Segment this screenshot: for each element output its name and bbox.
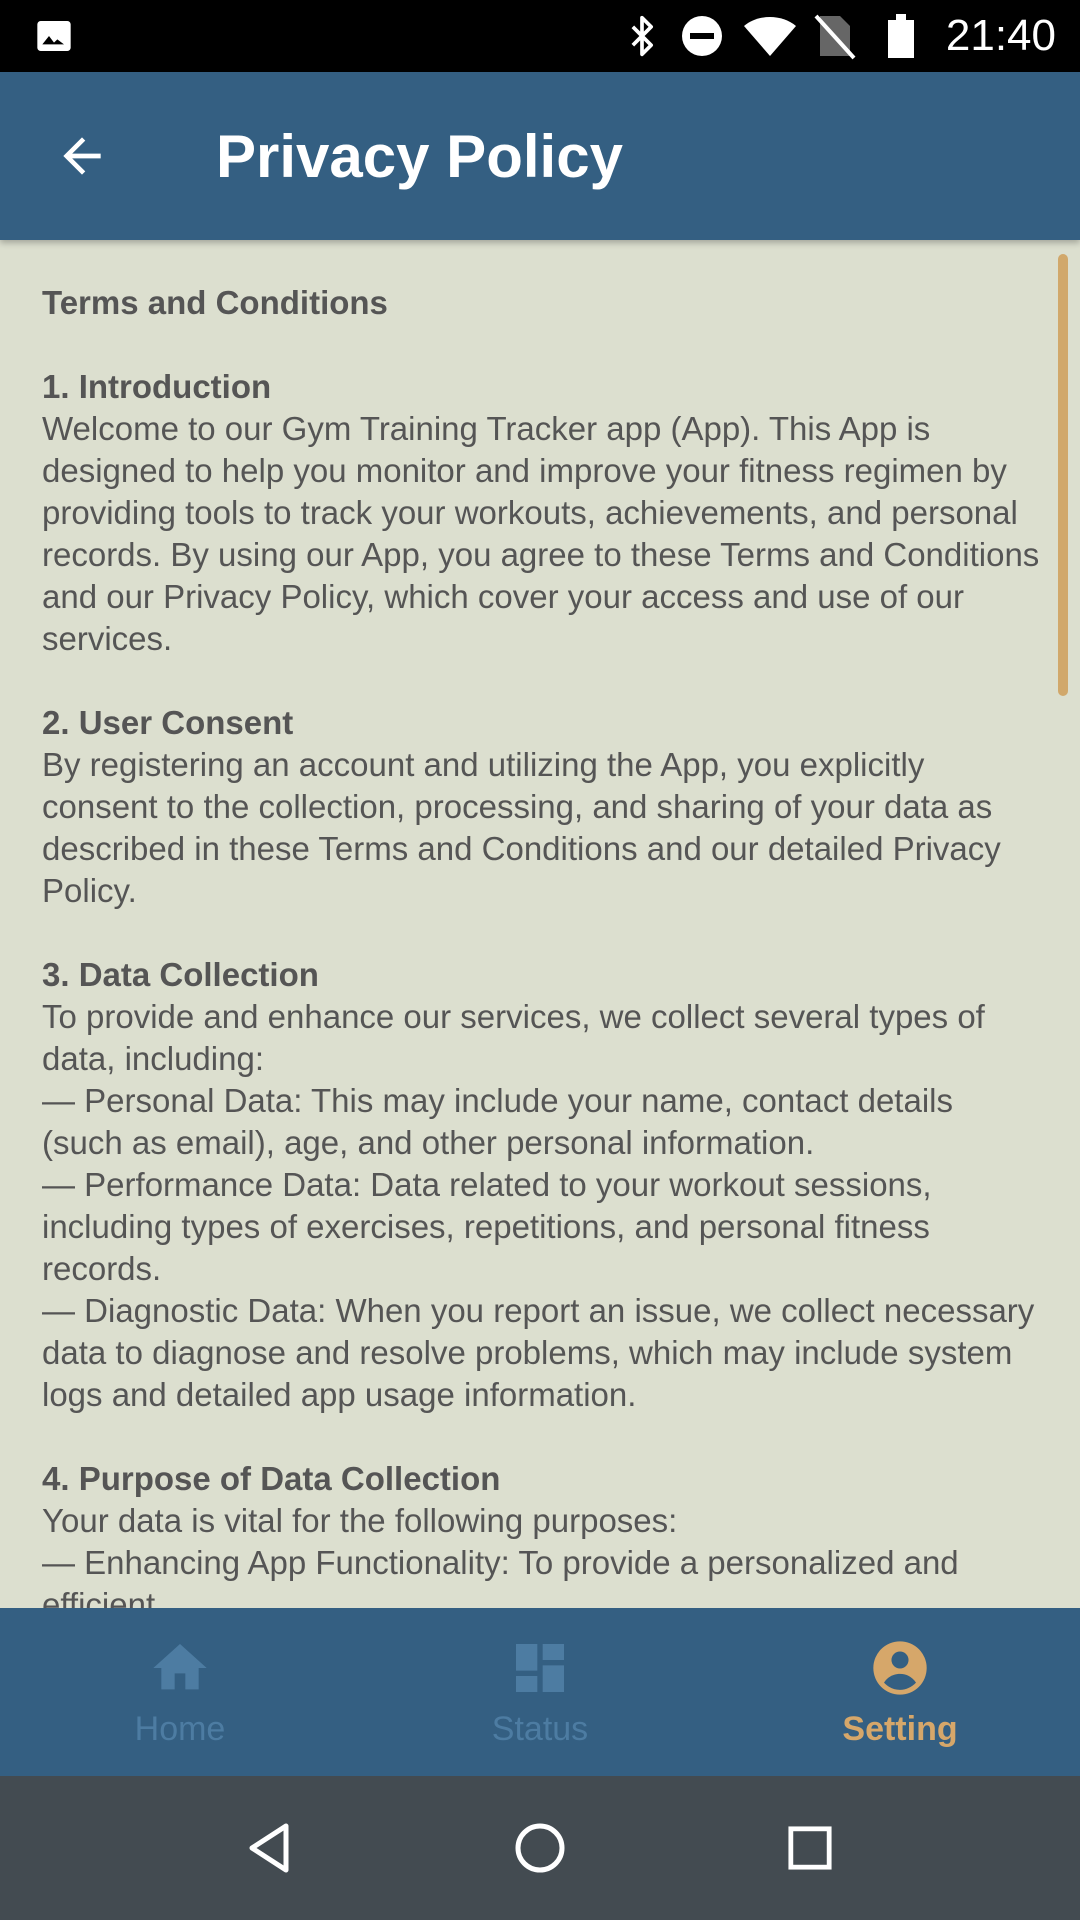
battery-icon bbox=[886, 0, 916, 72]
triangle-back-icon bbox=[249, 1823, 289, 1873]
bullet-item: — Enhancing App Functionality: To provid… bbox=[42, 1544, 959, 1608]
app-bar: Privacy Policy bbox=[0, 72, 1080, 240]
system-recents-button[interactable] bbox=[750, 1776, 870, 1920]
nav-item-status[interactable]: Status bbox=[360, 1608, 720, 1776]
do-not-disturb-icon bbox=[678, 0, 726, 72]
status-time: 21:40 bbox=[945, 11, 1056, 60]
nav-label: Home bbox=[134, 1709, 226, 1748]
back-button[interactable] bbox=[42, 116, 122, 196]
document-heading: Terms and Conditions bbox=[42, 284, 388, 321]
status-bar: 21:40 bbox=[0, 0, 1080, 72]
account-circle-icon bbox=[868, 1636, 932, 1700]
section-title: 1. Introduction bbox=[42, 368, 272, 405]
home-icon bbox=[148, 1636, 212, 1700]
section-paragraph: Welcome to our Gym Training Tracker app … bbox=[42, 410, 1040, 657]
system-home-button[interactable] bbox=[480, 1776, 600, 1920]
nav-label: Status bbox=[491, 1709, 589, 1748]
system-nav-bar bbox=[0, 1776, 1080, 1920]
nav-item-home[interactable]: Home bbox=[0, 1608, 360, 1776]
section-title: 3. Data Collection bbox=[42, 956, 319, 993]
page-title: Privacy Policy bbox=[216, 122, 623, 190]
section-user-consent: 2. User Consent By registering an accoun… bbox=[42, 702, 1042, 912]
square-recents-icon bbox=[788, 1826, 832, 1870]
section-title: 4. Purpose of Data Collection bbox=[42, 1460, 501, 1497]
section-paragraph: Your data is vital for the following pur… bbox=[42, 1502, 678, 1539]
wifi-icon bbox=[742, 0, 798, 72]
section-purpose: 4. Purpose of Data Collection Your data … bbox=[42, 1458, 1042, 1608]
bluetooth-icon bbox=[620, 0, 664, 72]
policy-content[interactable]: Terms and Conditions 1. Introduction Wel… bbox=[0, 240, 1080, 1608]
dashboard-icon bbox=[508, 1636, 572, 1700]
section-paragraph: To provide and enhance our services, we … bbox=[42, 998, 985, 1077]
bullet-item: — Performance Data: Data related to your… bbox=[42, 1166, 932, 1287]
section-paragraph: By registering an account and utilizing … bbox=[42, 746, 1001, 909]
bottom-nav: Home Status Setting bbox=[0, 1608, 1080, 1776]
system-back-button[interactable] bbox=[210, 1776, 330, 1920]
circle-home-icon bbox=[515, 1823, 565, 1873]
image-icon bbox=[34, 0, 74, 72]
nav-label: Setting bbox=[842, 1709, 958, 1748]
nav-item-setting[interactable]: Setting bbox=[720, 1608, 1080, 1776]
section-title: 2. User Consent bbox=[42, 704, 294, 741]
section-introduction: 1. Introduction Welcome to our Gym Train… bbox=[42, 366, 1042, 660]
no-sim-icon bbox=[812, 0, 856, 72]
arrow-left-icon bbox=[63, 137, 101, 175]
bullet-item: — Personal Data: This may include your n… bbox=[42, 1082, 953, 1161]
bullet-item: — Diagnostic Data: When you report an is… bbox=[42, 1292, 1035, 1413]
policy-text: Terms and Conditions 1. Introduction Wel… bbox=[42, 282, 1042, 1608]
section-data-collection: 3. Data Collection To provide and enhanc… bbox=[42, 954, 1042, 1416]
scrollbar-thumb[interactable] bbox=[1058, 254, 1068, 696]
